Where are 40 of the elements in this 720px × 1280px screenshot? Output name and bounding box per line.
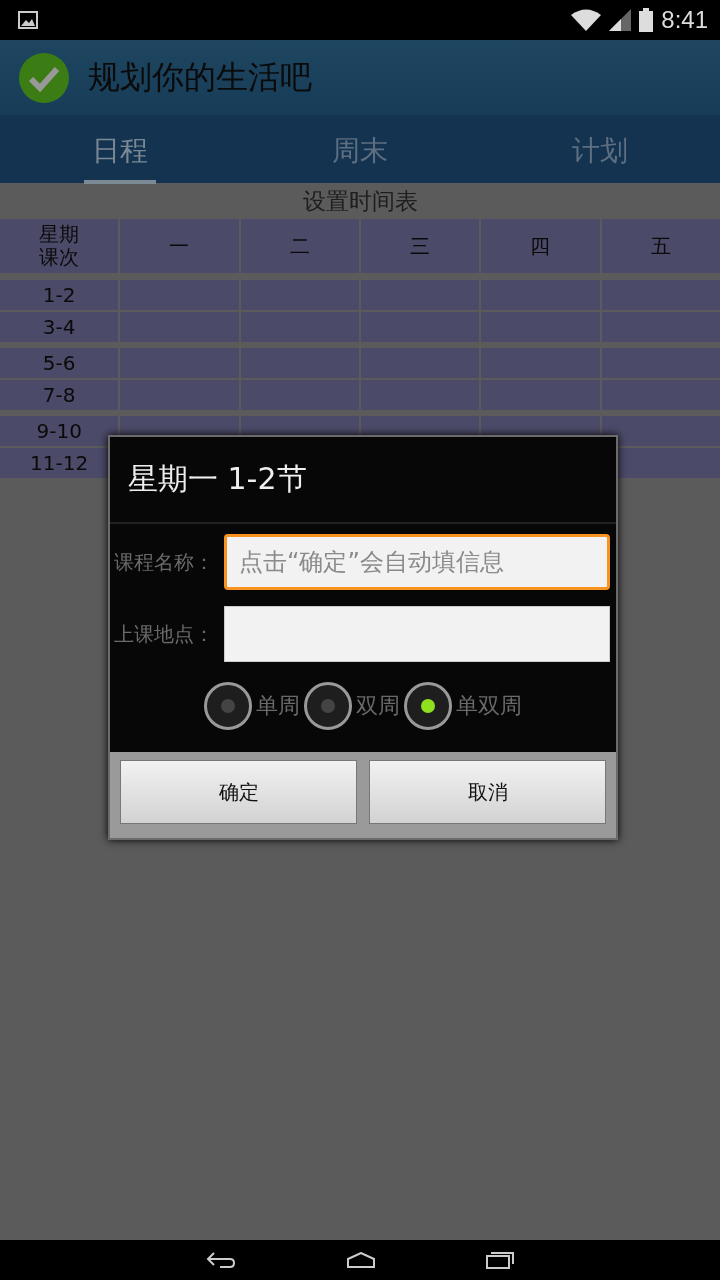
dialog-title: 星期一 1-2节: [110, 437, 616, 524]
field-label: 课程名称：: [114, 548, 215, 576]
header-cell: 三: [361, 219, 480, 273]
signal-icon: [609, 9, 632, 31]
wifi-icon: [571, 9, 602, 31]
tab[interactable]: 周末: [324, 122, 396, 184]
clock-time: 8:41: [661, 6, 708, 34]
radio-label: 单周: [256, 692, 300, 720]
back-icon[interactable]: [206, 1251, 236, 1269]
period-cell: 7-8: [0, 380, 119, 410]
radio-button[interactable]: [304, 682, 352, 730]
battery-icon: [639, 8, 654, 32]
dialog-button[interactable]: 取消: [369, 760, 606, 824]
checkmark-icon: [18, 51, 70, 104]
header-cell: 四: [481, 219, 600, 273]
tab[interactable]: 计划: [564, 122, 636, 184]
field-label: 上课地点：: [114, 620, 215, 648]
picture-icon: [18, 11, 38, 29]
radio-label: 双周: [356, 692, 400, 720]
header-text: 星期: [39, 223, 80, 246]
input-field[interactable]: [224, 606, 610, 662]
input-field[interactable]: 点击“确定”会自动填信息: [224, 534, 610, 590]
header-cell: 二: [240, 219, 359, 273]
radio-button[interactable]: [204, 682, 252, 730]
header-text: 课次: [39, 246, 80, 269]
radio-label: 单双周: [456, 692, 522, 720]
header-cell: 一: [120, 219, 239, 273]
period-cell: 5-6: [0, 348, 119, 378]
app-title: 规划你的生活吧: [88, 56, 312, 98]
recents-icon[interactable]: [486, 1251, 514, 1269]
table-cell[interactable]: [601, 416, 720, 446]
header-cell: 五: [601, 219, 720, 273]
period-cell: 3-4: [0, 312, 119, 342]
tab[interactable]: 日程: [84, 122, 156, 184]
table-title: 设置时间表: [301, 187, 419, 216]
dialog-button[interactable]: 确定: [120, 760, 357, 824]
radio-button[interactable]: [404, 682, 452, 730]
period-cell: 9-10: [0, 416, 119, 446]
period-cell: 1-2: [0, 280, 119, 310]
home-icon[interactable]: [346, 1252, 376, 1268]
